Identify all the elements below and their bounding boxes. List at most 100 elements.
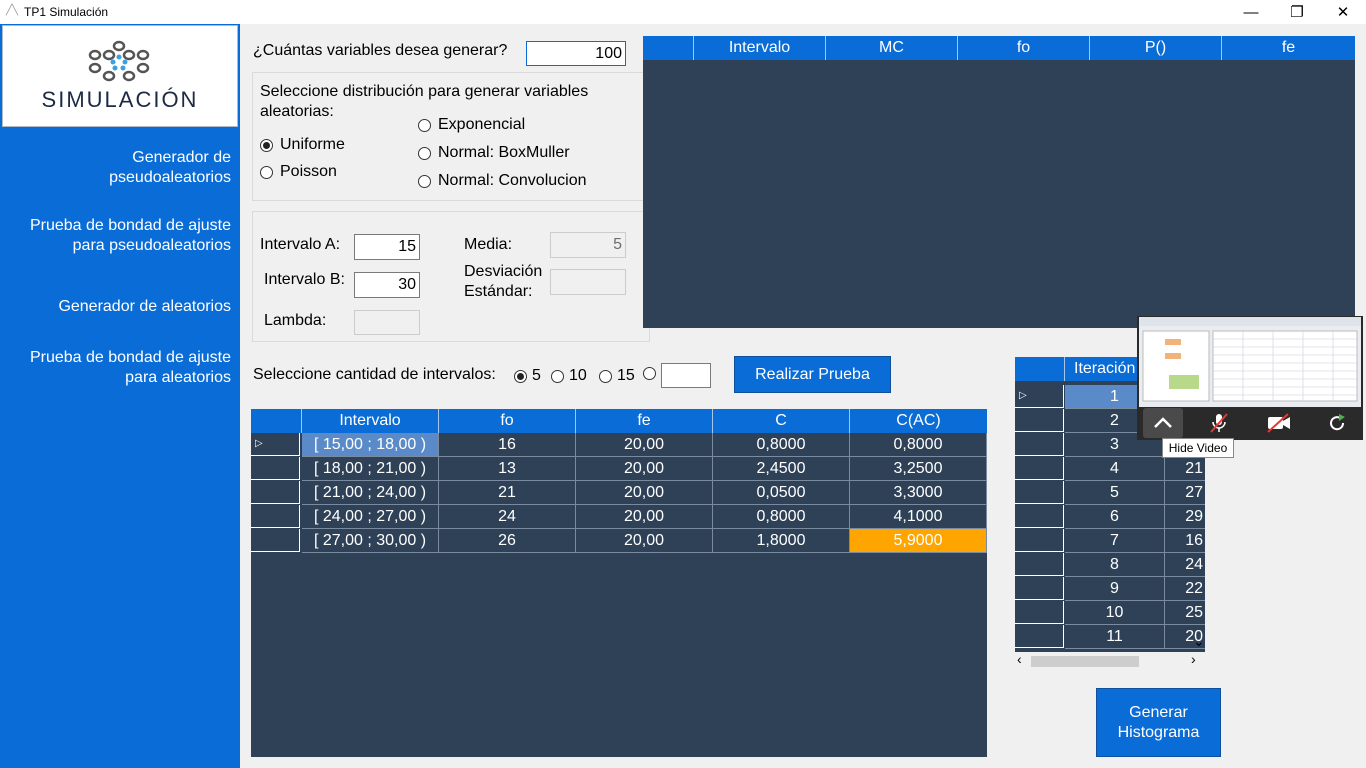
lambda-input[interactable] — [354, 310, 420, 335]
grid-cell[interactable]: [ 27,00 ; 30,00 ) — [302, 529, 439, 553]
iteration-cell[interactable]: 11 — [1065, 625, 1165, 649]
grid-cell[interactable]: 26 — [439, 529, 576, 553]
scroll-left-icon[interactable]: ‹ — [1017, 651, 1022, 667]
nav-pseudo-goodness-test[interactable]: Prueba de bondad de ajuste para pseudoal… — [1, 216, 231, 256]
camera-off-icon[interactable] — [1259, 408, 1299, 438]
grid-cell[interactable]: 0,8000 — [713, 433, 850, 457]
nav-pseudo-generator[interactable]: Generador de pseudoaleatorios — [1, 148, 231, 188]
count-input[interactable]: 100 — [526, 41, 626, 66]
scroll-thumb[interactable] — [1031, 656, 1139, 667]
radio-uniforme[interactable]: Uniforme — [260, 136, 345, 154]
row-header[interactable]: ▷ — [1015, 385, 1064, 408]
grid-cell[interactable]: 13 — [439, 457, 576, 481]
iteration-cell[interactable]: 8 — [1065, 553, 1165, 577]
radio-intervals-15[interactable]: 15 — [599, 367, 635, 385]
grid-cell[interactable]: 1,8000 — [713, 529, 850, 553]
grid-cell[interactable]: 0,8000 — [850, 433, 987, 457]
nav-random-goodness-test[interactable]: Prueba de bondad de ajuste para aleatori… — [1, 348, 231, 388]
interval-a-input[interactable]: 15 — [354, 234, 420, 260]
value-cell[interactable]: 25 — [1165, 601, 1205, 625]
custom-intervals-input[interactable] — [661, 363, 711, 388]
top-grid-header[interactable]: P() — [1090, 36, 1222, 60]
iteration-cell[interactable]: 9 — [1065, 577, 1165, 601]
restore-button[interactable]: ❐ — [1274, 0, 1320, 24]
chevron-up-icon[interactable] — [1143, 408, 1183, 438]
grid-cell[interactable]: [ 24,00 ; 27,00 ) — [302, 505, 439, 529]
top-grid-header[interactable]: Intervalo — [694, 36, 826, 60]
grid-cell[interactable]: 20,00 — [576, 457, 713, 481]
row-header[interactable]: ▷ — [251, 433, 300, 456]
share-icon[interactable] — [1317, 408, 1357, 438]
radio-intervals-5[interactable]: 5 — [514, 367, 541, 385]
iteration-cell[interactable]: 6 — [1065, 505, 1165, 529]
value-cell[interactable]: 16 — [1165, 529, 1205, 553]
grid-cell[interactable]: 0,0500 — [713, 481, 850, 505]
row-header[interactable] — [1015, 577, 1064, 600]
radio-exponencial[interactable]: Exponencial — [418, 116, 525, 134]
value-cell[interactable]: 20 — [1165, 625, 1205, 649]
row-header[interactable] — [1015, 625, 1064, 648]
grid-cell[interactable]: 24 — [439, 505, 576, 529]
row-header[interactable] — [1015, 553, 1064, 576]
main-grid-header[interactable]: fe — [576, 409, 713, 433]
row-header[interactable] — [1015, 529, 1064, 552]
grid-cell[interactable]: [ 21,00 ; 24,00 ) — [302, 481, 439, 505]
value-cell[interactable]: 24 — [1165, 553, 1205, 577]
grid-cell[interactable]: 20,00 — [576, 433, 713, 457]
radio-convolucion[interactable]: Normal: Convolucion — [418, 172, 587, 190]
main-grid-header[interactable]: fo — [439, 409, 576, 433]
top-grid-header[interactable]: fo — [958, 36, 1090, 60]
iteration-cell[interactable]: 7 — [1065, 529, 1165, 553]
grid-cell[interactable]: 20,00 — [576, 481, 713, 505]
grid-cell[interactable]: 5,9000 — [850, 529, 987, 553]
row-header[interactable] — [251, 505, 300, 528]
grid-cell[interactable]: [ 18,00 ; 21,00 ) — [302, 457, 439, 481]
row-header[interactable] — [1015, 481, 1064, 504]
generate-histogram-button[interactable]: Generar Histograma — [1096, 688, 1221, 757]
main-grid-header[interactable]: C — [713, 409, 850, 433]
grid-cell[interactable]: 3,3000 — [850, 481, 987, 505]
radio-poisson[interactable]: Poisson — [260, 163, 337, 181]
horizontal-scrollbar[interactable]: ‹ › — [1015, 651, 1205, 671]
value-cell[interactable]: 27 — [1165, 481, 1205, 505]
interval-b-input[interactable]: 30 — [354, 272, 420, 298]
row-header[interactable] — [1015, 433, 1064, 456]
row-header[interactable] — [251, 481, 300, 504]
scroll-right-icon[interactable]: › — [1191, 651, 1196, 667]
grid-cell[interactable]: 21 — [439, 481, 576, 505]
main-grid-header[interactable]: Intervalo — [302, 409, 439, 433]
grid-cell[interactable]: 0,8000 — [713, 505, 850, 529]
grid-cell[interactable]: 3,2500 — [850, 457, 987, 481]
main-grid[interactable]: Intervalo fo fe C C(AC) ▷[ 15,00 ; 18,00… — [251, 409, 987, 757]
minimize-button[interactable]: — — [1228, 0, 1274, 24]
radio-intervals-10[interactable]: 10 — [551, 367, 587, 385]
value-cell[interactable]: 29 — [1165, 505, 1205, 529]
main-grid-header[interactable]: C(AC) — [850, 409, 987, 433]
video-overlay[interactable] — [1137, 316, 1363, 440]
iteration-cell[interactable]: 5 — [1065, 481, 1165, 505]
grid-cell[interactable]: 4,1000 — [850, 505, 987, 529]
grid-cell[interactable]: 20,00 — [576, 505, 713, 529]
row-header[interactable] — [1015, 409, 1064, 432]
value-cell[interactable]: 21 — [1165, 457, 1205, 481]
microphone-off-icon[interactable] — [1199, 408, 1239, 438]
radio-boxmuller[interactable]: Normal: BoxMuller — [418, 144, 570, 162]
media-input[interactable]: 5 — [550, 232, 626, 258]
nav-random-generator[interactable]: Generador de aleatorios — [1, 297, 231, 317]
iteration-cell[interactable]: 4 — [1065, 457, 1165, 481]
grid-cell[interactable]: 20,00 — [576, 529, 713, 553]
row-header[interactable] — [251, 457, 300, 480]
top-grid-header[interactable]: MC — [826, 36, 958, 60]
top-grid[interactable]: Intervalo MC fo P() fe — [643, 36, 1355, 328]
row-header[interactable] — [1015, 601, 1064, 624]
radio-intervals-custom[interactable] — [643, 367, 656, 380]
run-test-button[interactable]: Realizar Prueba — [734, 356, 891, 393]
iteration-cell[interactable]: 10 — [1065, 601, 1165, 625]
grid-cell[interactable]: 16 — [439, 433, 576, 457]
row-header[interactable] — [251, 529, 300, 552]
row-header[interactable] — [1015, 505, 1064, 528]
std-dev-input[interactable] — [550, 269, 626, 295]
row-header[interactable] — [1015, 457, 1064, 480]
value-cell[interactable]: 22 — [1165, 577, 1205, 601]
close-button[interactable]: ✕ — [1320, 0, 1366, 24]
